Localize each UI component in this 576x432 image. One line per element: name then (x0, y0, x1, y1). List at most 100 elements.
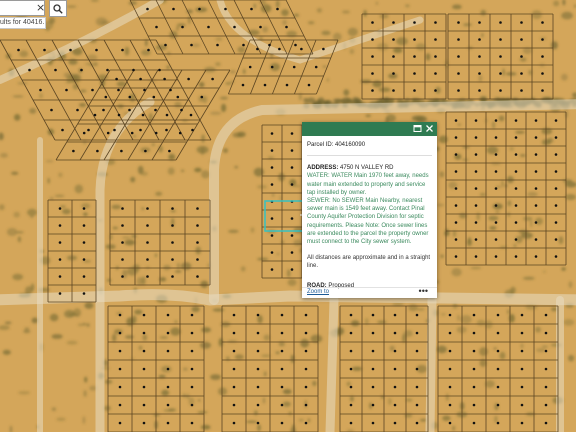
vegetation-patch (476, 319, 486, 326)
search-results-hint[interactable]: ults for 40416... (0, 17, 46, 29)
parcel-centroid (128, 108, 131, 112)
parcel-centroid (250, 7, 253, 11)
vegetation-patch (134, 309, 143, 315)
parcel-centroid (58, 224, 62, 227)
vegetation-patch (215, 37, 223, 41)
parcel-centroid (294, 43, 297, 47)
more-options-button[interactable]: ••• (419, 286, 428, 296)
vegetation-patch (45, 160, 54, 163)
parcel-centroid (196, 275, 199, 278)
vegetation-patch (530, 219, 533, 228)
vegetation-patch (541, 345, 549, 349)
vegetation-patch (174, 320, 178, 324)
parcel-centroid (304, 367, 308, 371)
parcel-centroid (349, 331, 353, 335)
parcel-centroid (164, 43, 167, 47)
parcel-centroid (371, 55, 374, 58)
parcel-centroid (496, 331, 500, 335)
vegetation-patch (218, 338, 224, 348)
parcel-centroid (118, 331, 122, 335)
vegetation-patch (197, 411, 208, 414)
parcel-centroid (171, 207, 174, 210)
vegetation-patch (518, 229, 529, 234)
vegetation-patch (215, 62, 221, 67)
vegetation-patch (79, 103, 87, 107)
vegetation-patch (388, 397, 392, 406)
close-icon[interactable] (425, 124, 434, 133)
distance-note: All distances are approximate and in a s… (307, 255, 431, 270)
parcel-centroid (454, 221, 458, 224)
search-button[interactable] (49, 0, 67, 17)
clear-search-button[interactable]: × (36, 2, 45, 14)
parcel-centroid (96, 149, 99, 153)
vegetation-patch (138, 345, 143, 351)
vegetation-patch (15, 231, 24, 234)
popup-content: Parcel ID: 404160090 ADDRESS: 4750 N VAL… (302, 136, 437, 290)
parcel-centroid (478, 38, 481, 41)
popup-title: Parcel ID: 404160090 (307, 139, 432, 157)
vegetation-patch (229, 70, 236, 74)
parcel-centroid (448, 367, 452, 371)
parcel-centroid (541, 72, 544, 75)
parcel-centroid (554, 238, 558, 241)
vegetation-patch (18, 391, 31, 395)
parcel-centroid (496, 367, 500, 371)
vegetation-patch (493, 347, 497, 350)
dock-icon[interactable] (413, 124, 422, 133)
vegetation-patch (137, 165, 144, 175)
parcel-centroid (392, 55, 395, 58)
vegetation-patch (558, 236, 564, 245)
vegetation-patch (415, 43, 426, 51)
parcel-centroid (232, 349, 236, 353)
vegetation-patch (261, 354, 271, 357)
parcel-centroid (544, 349, 548, 353)
parcel-centroid (554, 187, 558, 190)
vegetation-patch (513, 244, 517, 248)
parcel-centroid (80, 68, 83, 72)
vegetation-patch (494, 415, 498, 423)
vegetation-patch (442, 415, 451, 421)
parcel-centroid (413, 89, 416, 92)
parcel-centroid (256, 367, 260, 371)
vegetation-patch (507, 200, 512, 207)
parcel-centroid (534, 255, 538, 258)
parcel-centroid (180, 108, 183, 112)
vegetation-patch (84, 376, 88, 383)
vegetation-patch (457, 123, 461, 126)
parcel-centroid (132, 68, 135, 72)
parcel-centroid (541, 55, 544, 58)
parcel-centroid (371, 72, 374, 75)
vegetation-patch (462, 158, 469, 161)
parcel-centroid (474, 187, 478, 190)
parcel-centroid (520, 21, 523, 24)
vegetation-patch (568, 354, 575, 362)
parcel-centroid (211, 77, 214, 81)
parcel-centroid (58, 275, 62, 278)
parcel-centroid (216, 43, 219, 47)
parcel-centroid (478, 55, 481, 58)
vegetation-patch (66, 74, 79, 83)
vegetation-patch (24, 327, 30, 330)
vegetation-patch (411, 115, 424, 121)
parcel-centroid (290, 166, 294, 169)
vegetation-patch (425, 53, 431, 61)
parcel-centroid (534, 238, 538, 241)
vegetation-patch (282, 389, 292, 395)
vegetation-patch (479, 192, 487, 197)
map-view[interactable] (0, 0, 576, 432)
parcel-centroid (166, 367, 170, 371)
parcel-centroid (146, 207, 149, 210)
parcel-centroid (415, 313, 419, 317)
zoom-to-link[interactable]: Zoom to (307, 288, 329, 297)
parcel-centroid (106, 131, 110, 135)
parcel-centroid (520, 403, 524, 407)
parcel-centroid (171, 258, 174, 261)
vegetation-patch (408, 304, 418, 312)
parcel-centroid (541, 38, 544, 41)
parcel-centroid (371, 21, 374, 24)
parcel-centroid (392, 72, 395, 75)
parcel-centroid (494, 238, 498, 241)
vegetation-patch (377, 320, 387, 324)
parcel-centroid (514, 221, 518, 224)
parcel-centroid (371, 349, 375, 353)
